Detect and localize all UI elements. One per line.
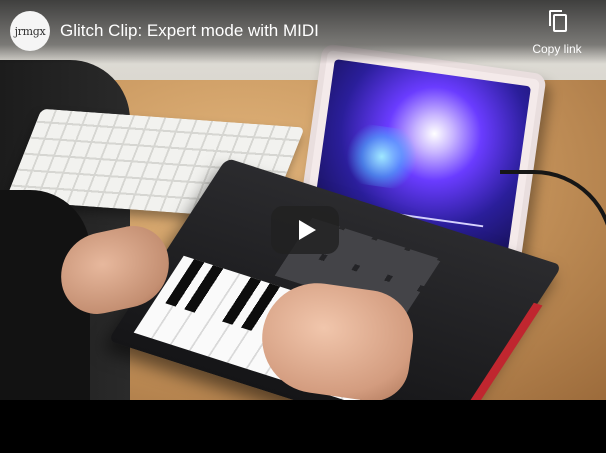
copy-icon — [547, 10, 567, 32]
channel-avatar-text: jrmgx — [14, 24, 46, 38]
play-icon — [298, 220, 316, 240]
thumbnail-glitch-glow — [338, 121, 426, 192]
copy-link-label: Copy link — [532, 42, 582, 56]
play-button[interactable] — [271, 206, 339, 254]
thumbnail-cable — [500, 170, 606, 374]
video-title[interactable]: Glitch Clip: Expert mode with MIDI — [60, 20, 480, 42]
title-bar: jrmgx Glitch Clip: Expert mode with MIDI… — [0, 0, 606, 64]
video-player[interactable]: jrmgx Glitch Clip: Expert mode with MIDI… — [0, 0, 606, 453]
channel-avatar[interactable]: jrmgx — [10, 11, 50, 51]
copy-link-button[interactable]: Copy link — [522, 10, 592, 62]
